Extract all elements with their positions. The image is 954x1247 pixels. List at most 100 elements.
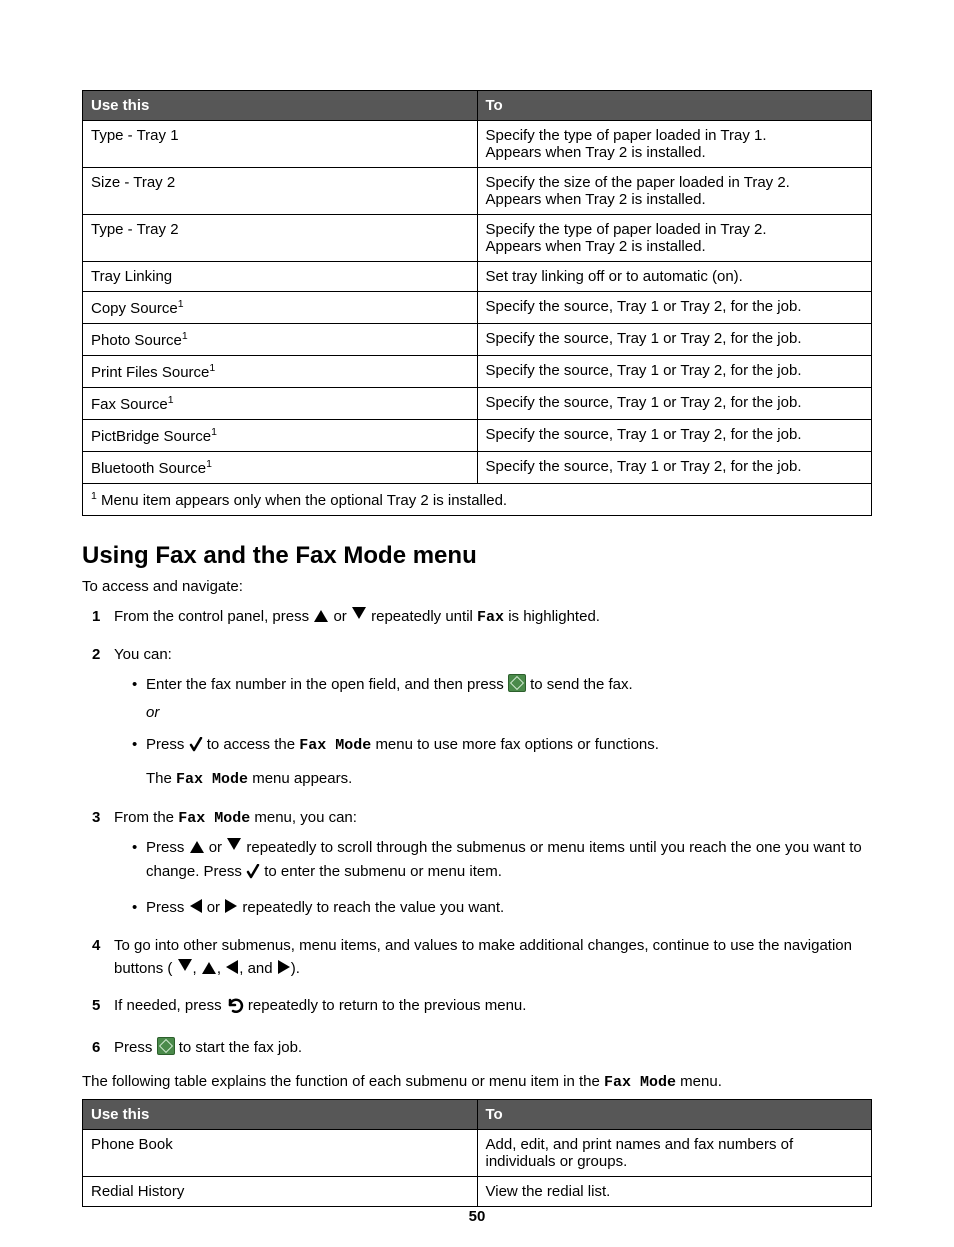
table-row: Type - Tray 1 Specify the type of paper … <box>83 121 872 168</box>
item-text: or <box>207 899 225 916</box>
cell-to: Specify the source, Tray 1 or Tray 2, fo… <box>477 388 872 420</box>
or-text: or <box>146 701 872 725</box>
cell-to: Specify the type of paper loaded in Tray… <box>477 121 872 168</box>
col-header-to: To <box>477 1099 872 1129</box>
col-header-use-this: Use this <box>83 1099 478 1129</box>
mono-text: Fax Mode <box>176 771 248 788</box>
cell-use: Fax Source1 <box>83 388 478 420</box>
item-text: to access the <box>207 736 300 753</box>
table-row: Redial History View the redial list. <box>83 1176 872 1206</box>
table-row: Print Files Source1 Specify the source, … <box>83 356 872 388</box>
cell-use: Tray Linking <box>83 262 478 292</box>
closing-paragraph: The following table explains the functio… <box>82 1073 872 1091</box>
table-footnote-row: 1 Menu item appears only when the option… <box>83 484 872 516</box>
cell-use: Photo Source1 <box>83 324 478 356</box>
step-number: 4 <box>92 934 100 957</box>
text: The following table explains the functio… <box>82 1073 604 1090</box>
arrow-up-icon <box>190 841 204 853</box>
text: menu. <box>680 1073 722 1090</box>
item-text: Enter the fax number in the open field, … <box>146 676 508 693</box>
cell-use: Copy Source1 <box>83 292 478 324</box>
table-row: Type - Tray 2 Specify the type of paper … <box>83 215 872 262</box>
step-text: You can: <box>114 646 172 663</box>
cell-use: Type - Tray 1 <box>83 121 478 168</box>
step-text: menu, you can: <box>254 809 357 826</box>
step-text: Press <box>114 1039 157 1056</box>
list-item: Press to access the Fax Mode menu to use… <box>132 733 872 792</box>
cell-use: PictBridge Source1 <box>83 420 478 452</box>
cell-use: Size - Tray 2 <box>83 168 478 215</box>
cell-to: Specify the source, Tray 1 or Tray 2, fo… <box>477 356 872 388</box>
step-text: , <box>193 960 201 977</box>
arrow-right-icon <box>225 899 237 913</box>
item-text: Press <box>146 736 189 753</box>
step-5: 5 If needed, press repeatedly to return … <box>92 994 872 1021</box>
list-item: Enter the fax number in the open field, … <box>132 673 872 725</box>
step-text: From the control panel, press <box>114 608 313 625</box>
ordered-steps: 1 From the control panel, press or repea… <box>92 605 872 1059</box>
tray-settings-table: Use this To Type - Tray 1 Specify the ty… <box>82 90 872 516</box>
cell-to: Specify the size of the paper loaded in … <box>477 168 872 215</box>
start-button-icon <box>157 1037 175 1055</box>
step-text: , <box>217 960 225 977</box>
arrow-right-icon <box>278 960 290 974</box>
arrow-left-icon <box>190 899 202 913</box>
step-2-sublist: Enter the fax number in the open field, … <box>132 673 872 792</box>
table-row: Bluetooth Source1 Specify the source, Tr… <box>83 452 872 484</box>
mono-text: Fax Mode <box>178 810 250 827</box>
cell-use: Type - Tray 2 <box>83 215 478 262</box>
step-number: 5 <box>92 994 100 1017</box>
col-header-to: To <box>477 91 872 121</box>
cell-to: Add, edit, and print names and fax numbe… <box>477 1129 872 1176</box>
arrow-up-icon <box>314 610 328 622</box>
cell-to: Set tray linking off or to automatic (on… <box>477 262 872 292</box>
step-1: 1 From the control panel, press or repea… <box>92 605 872 629</box>
step-text: repeatedly to return to the previous men… <box>248 997 527 1014</box>
table-row: Tray Linking Set tray linking off or to … <box>83 262 872 292</box>
step-text: or <box>333 608 351 625</box>
table-row: Size - Tray 2 Specify the size of the pa… <box>83 168 872 215</box>
table-row: Phone Book Add, edit, and print names an… <box>83 1129 872 1176</box>
cell-to: Specify the source, Tray 1 or Tray 2, fo… <box>477 452 872 484</box>
item-text: Press <box>146 839 189 856</box>
page-number: 50 <box>0 1208 954 1225</box>
item-text: The <box>146 770 176 787</box>
check-icon <box>189 737 203 761</box>
mono-text: Fax <box>477 609 504 626</box>
col-header-use-this: Use this <box>83 91 478 121</box>
step-text: is highlighted. <box>508 608 600 625</box>
item-text: Press <box>146 899 189 916</box>
list-item: Press or repeatedly to scroll through th… <box>132 836 872 888</box>
step-number: 6 <box>92 1036 100 1059</box>
cell-to: Specify the source, Tray 1 or Tray 2, fo… <box>477 420 872 452</box>
arrow-down-icon <box>352 607 366 619</box>
lead-paragraph: To access and navigate: <box>82 578 872 595</box>
cell-to: Specify the source, Tray 1 or Tray 2, fo… <box>477 324 872 356</box>
start-button-icon <box>508 674 526 692</box>
item-text: or <box>209 839 227 856</box>
item-text: repeatedly to reach the value you want. <box>242 899 504 916</box>
table-footnote: 1 Menu item appears only when the option… <box>83 484 872 516</box>
item-text: menu appears. <box>252 770 352 787</box>
section-heading: Using Fax and the Fax Mode menu <box>82 542 872 570</box>
fax-mode-table: Use this To Phone Book Add, edit, and pr… <box>82 1099 872 1207</box>
step-3: 3 From the Fax Mode menu, you can: Press… <box>92 806 872 920</box>
step-text: ). <box>291 960 300 977</box>
step-text: From the <box>114 809 178 826</box>
step-number: 3 <box>92 806 100 829</box>
arrow-down-icon <box>178 959 192 971</box>
cell-to: Specify the type of paper loaded in Tray… <box>477 215 872 262</box>
cell-use: Print Files Source1 <box>83 356 478 388</box>
table-row: Photo Source1 Specify the source, Tray 1… <box>83 324 872 356</box>
table-row: Copy Source1 Specify the source, Tray 1 … <box>83 292 872 324</box>
cell-to: Specify the source, Tray 1 or Tray 2, fo… <box>477 292 872 324</box>
item-text: to enter the submenu or menu item. <box>264 863 502 880</box>
step-2: 2 You can: Enter the fax number in the o… <box>92 643 872 791</box>
arrow-up-icon <box>202 962 216 974</box>
step-3-sublist: Press or repeatedly to scroll through th… <box>132 836 872 920</box>
step-text: to start the fax job. <box>179 1039 302 1056</box>
cell-use: Bluetooth Source1 <box>83 452 478 484</box>
step-6: 6 Press to start the fax job. <box>92 1036 872 1059</box>
step-text: , and <box>239 960 277 977</box>
check-icon <box>246 864 260 888</box>
